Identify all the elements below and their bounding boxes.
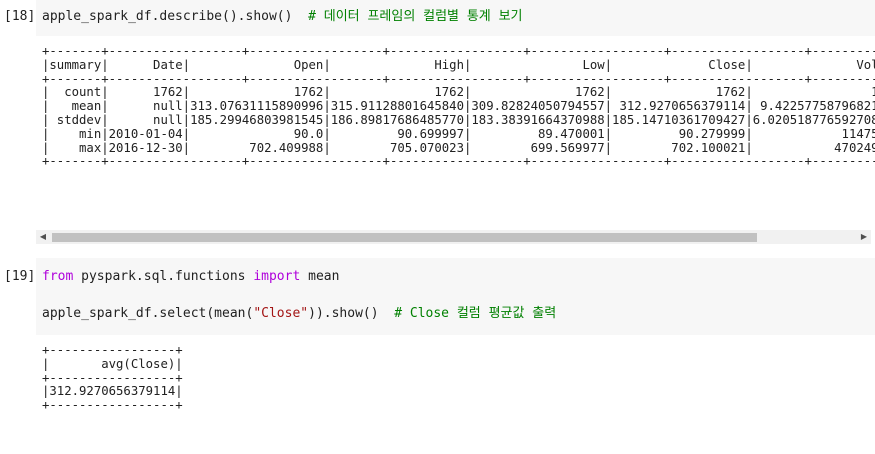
scroll-right-arrow-icon[interactable]: ▶ <box>857 230 871 244</box>
code-text: apple_spark_df.describe().show() <box>42 9 309 24</box>
cell-output: +-----------------+ | avg(Close)| +-----… <box>36 335 875 454</box>
cell-output: +-------+------------------+------------… <box>36 36 875 228</box>
code-line[interactable]: apple_spark_df.select(mean("Close")).sho… <box>42 306 556 322</box>
code-editor[interactable]: from pyspark.sql.functions import mean a… <box>36 258 875 335</box>
code-line[interactable]: from pyspark.sql.functions import mean <box>42 269 339 285</box>
horizontal-scrollbar[interactable]: ◀ ▶ <box>36 230 871 244</box>
output-line: | mean| null|313.07631115890996|315.9112… <box>42 99 875 114</box>
code-text: apple_spark_df.select(mean( <box>42 306 254 321</box>
keyword-import: import <box>253 269 301 284</box>
output-line: | max|2016-12-30| 702.409988| 705.070023… <box>42 140 875 155</box>
output-line: | min|2010-01-04| 90.0| 90.699997| 89.47… <box>42 126 875 141</box>
output-line: | count| 1762| 1762| 1762| 1762| 1762| 1… <box>42 85 875 100</box>
output-line: +-------+------------------+------------… <box>42 44 875 58</box>
code-line[interactable]: apple_spark_df.describe().show() # 데이터 프… <box>42 9 523 25</box>
output-line: +-----------------+ <box>42 370 183 385</box>
execution-count: [19] <box>4 269 36 284</box>
code-string: "Close" <box>253 306 309 321</box>
avg-table-output: +-----------------+ | avg(Close)| +-----… <box>42 343 183 413</box>
keyword-from: from <box>42 269 74 284</box>
code-cell-18[interactable]: [18] apple_spark_df.describe().show() # … <box>0 0 875 250</box>
code-comment: # 데이터 프레임의 컬럼별 통계 보기 <box>308 9 523 24</box>
code-text: mean <box>300 269 340 284</box>
output-line: +-----------------+ <box>42 398 183 413</box>
output-line: +-------+------------------+------------… <box>42 71 875 86</box>
scrollbar-thumb[interactable] <box>52 233 757 242</box>
code-comment: # Close 컬럼 평균값 출력 <box>394 306 557 321</box>
code-text: pyspark.sql.functions <box>73 269 254 284</box>
output-line: |summary| Date| Open| High| Low| Close| … <box>42 57 875 72</box>
code-editor[interactable]: apple_spark_df.describe().show() # 데이터 프… <box>36 0 875 36</box>
scroll-left-arrow-icon[interactable]: ◀ <box>36 230 50 244</box>
code-cell-19[interactable]: [19] from pyspark.sql.functions import m… <box>0 258 875 454</box>
output-line: +-----------------+ <box>42 343 183 357</box>
execution-count: [18] <box>4 9 36 24</box>
output-line: +-------+------------------+------------… <box>42 154 875 169</box>
describe-table-output: +-------+------------------+------------… <box>42 44 875 169</box>
output-line: | stddev| null|185.29946803981545|186.89… <box>42 112 875 127</box>
output-line: |312.9270656379114| <box>42 384 183 399</box>
output-line: | avg(Close)| <box>42 356 183 371</box>
code-text: )).show() <box>308 306 395 321</box>
